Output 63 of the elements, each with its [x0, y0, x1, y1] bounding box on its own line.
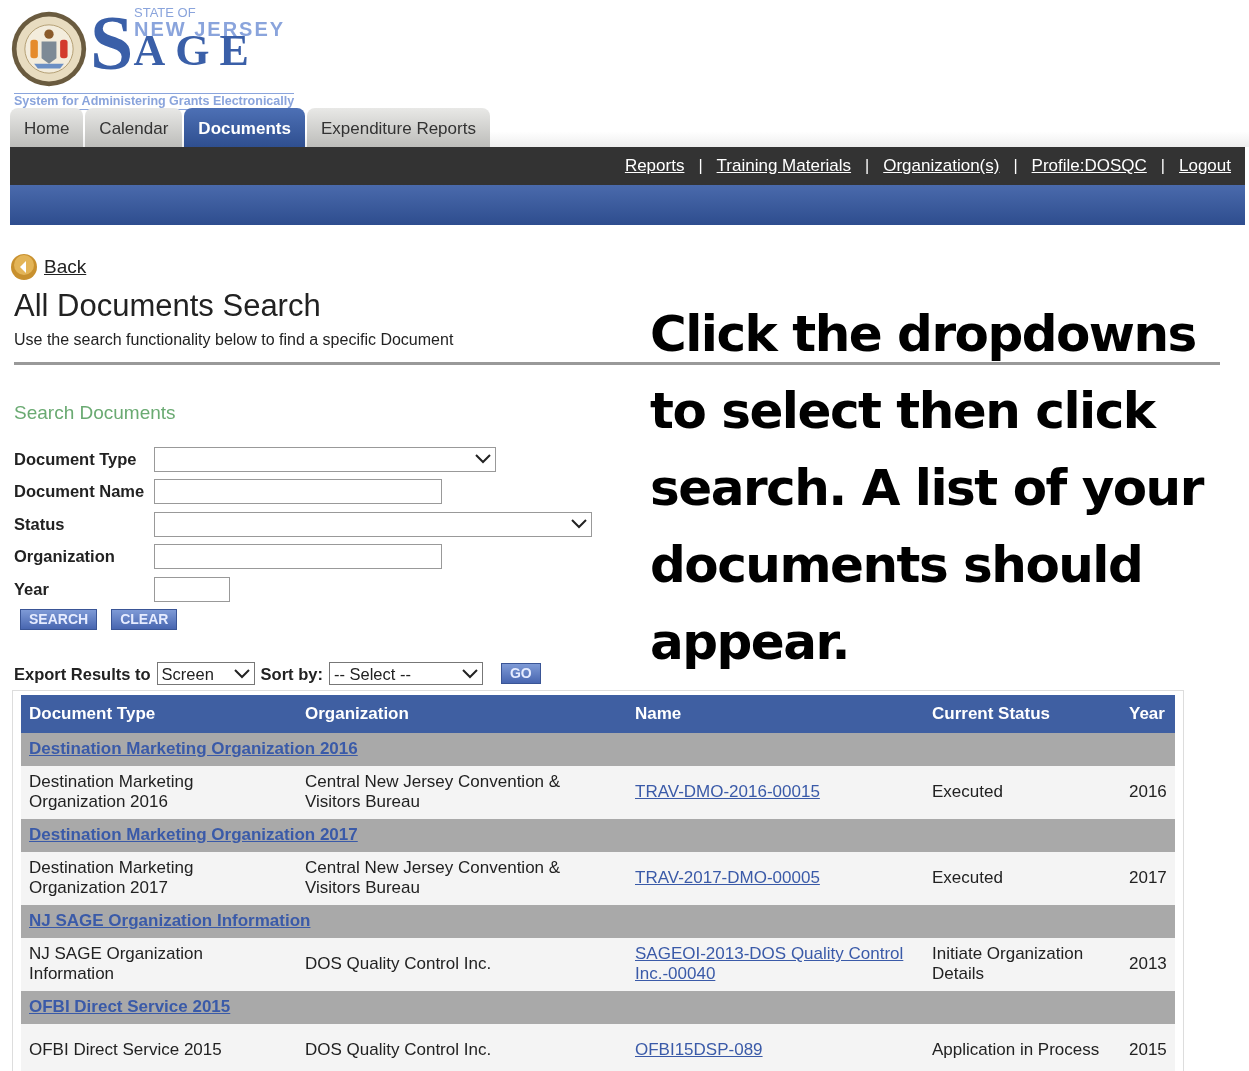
- field-label: Year: [14, 578, 50, 600]
- nav-link[interactable]: Training Materials: [716, 153, 852, 179]
- dropdown[interactable]: Screen: [156, 662, 255, 686]
- nav-link[interactable]: Reports: [624, 153, 685, 179]
- chevron-icon: [475, 454, 491, 465]
- field-label: Status: [14, 513, 66, 535]
- table-cell: Executed: [924, 765, 1121, 819]
- table-cell: Destination Marketing Organization 2016: [21, 765, 297, 819]
- nav-tab[interactable]: Expenditure Reports: [306, 108, 490, 147]
- page-subtitle: Use the search functionality below to find a specific Document: [14, 329, 454, 350]
- field-label: Sort by:: [260, 663, 323, 685]
- table-cell: Central New Jersey Convention & Visitors Bureau: [297, 765, 627, 819]
- table-cell: OFBI Direct Service 2015: [21, 1023, 297, 1071]
- separator: |: [698, 156, 703, 176]
- back-link[interactable]: Back: [44, 253, 87, 282]
- table-cell: 2015: [1121, 1023, 1175, 1071]
- chevron-icon: [571, 519, 587, 530]
- input-field[interactable]: [154, 576, 230, 602]
- page-title: All Documents Search: [14, 287, 322, 324]
- table-cell: DOS Quality Control Inc.: [297, 937, 627, 991]
- column-header: Name: [627, 695, 924, 733]
- table-cell: Initiate Organization Details: [924, 937, 1121, 991]
- table-cell: 2013: [1121, 937, 1175, 991]
- chevron-icon: [461, 668, 478, 679]
- table-cell: DOS Quality Control Inc.: [297, 1023, 627, 1071]
- logo-text: STATE OF: [134, 6, 197, 19]
- nav-link[interactable]: Profile:DOSQC: [1031, 153, 1147, 179]
- input-field[interactable]: [154, 544, 442, 570]
- table-cell: 2016: [1121, 765, 1175, 819]
- table-cell: 2017: [1121, 851, 1175, 905]
- separator: |: [1013, 156, 1018, 176]
- section-title: Search Documents: [14, 400, 176, 425]
- dropdown[interactable]: -- Select --: [328, 662, 483, 686]
- field-label: Document Type: [14, 448, 138, 470]
- state-seal-icon: [10, 10, 88, 88]
- go-button[interactable]: GO: [500, 663, 541, 685]
- nav-link[interactable]: Organization(s): [883, 153, 1000, 179]
- table-cell: Application in Process: [924, 1023, 1121, 1071]
- dropdown[interactable]: [154, 511, 592, 537]
- nav-link[interactable]: Logout: [1179, 153, 1231, 179]
- field-label: Organization: [14, 546, 116, 568]
- separator: |: [1160, 156, 1165, 176]
- table-cell: Central New Jersey Convention & Visitors Bureau: [297, 851, 627, 905]
- column-header: Current Status: [924, 695, 1121, 733]
- chevron-icon: [233, 668, 250, 679]
- nav-tab[interactable]: Home: [10, 108, 84, 147]
- table-cell: NJ SAGE Organization Information: [21, 937, 297, 991]
- field-label: Export Results to: [14, 663, 151, 685]
- dropdown[interactable]: [154, 446, 496, 472]
- separator: |: [865, 156, 870, 176]
- logo-letter: S: [90, 13, 134, 73]
- input-field[interactable]: [154, 479, 442, 505]
- form-button[interactable]: SEARCH: [20, 608, 98, 630]
- form-button[interactable]: CLEAR: [111, 608, 178, 630]
- table-cell: Destination Marketing Organization 2017: [21, 851, 297, 905]
- field-label: Document Name: [14, 481, 146, 503]
- column-header: Year: [1121, 695, 1175, 733]
- nav-tab[interactable]: Documents: [184, 108, 305, 147]
- column-header: Document Type: [21, 695, 297, 733]
- annotation-text: Click the dropdowns to select then click search. A list of your documents should appear.: [650, 304, 1205, 673]
- column-header: Organization: [297, 695, 627, 733]
- table-cell: Executed: [924, 851, 1121, 905]
- nav-tab[interactable]: Calendar: [85, 108, 183, 147]
